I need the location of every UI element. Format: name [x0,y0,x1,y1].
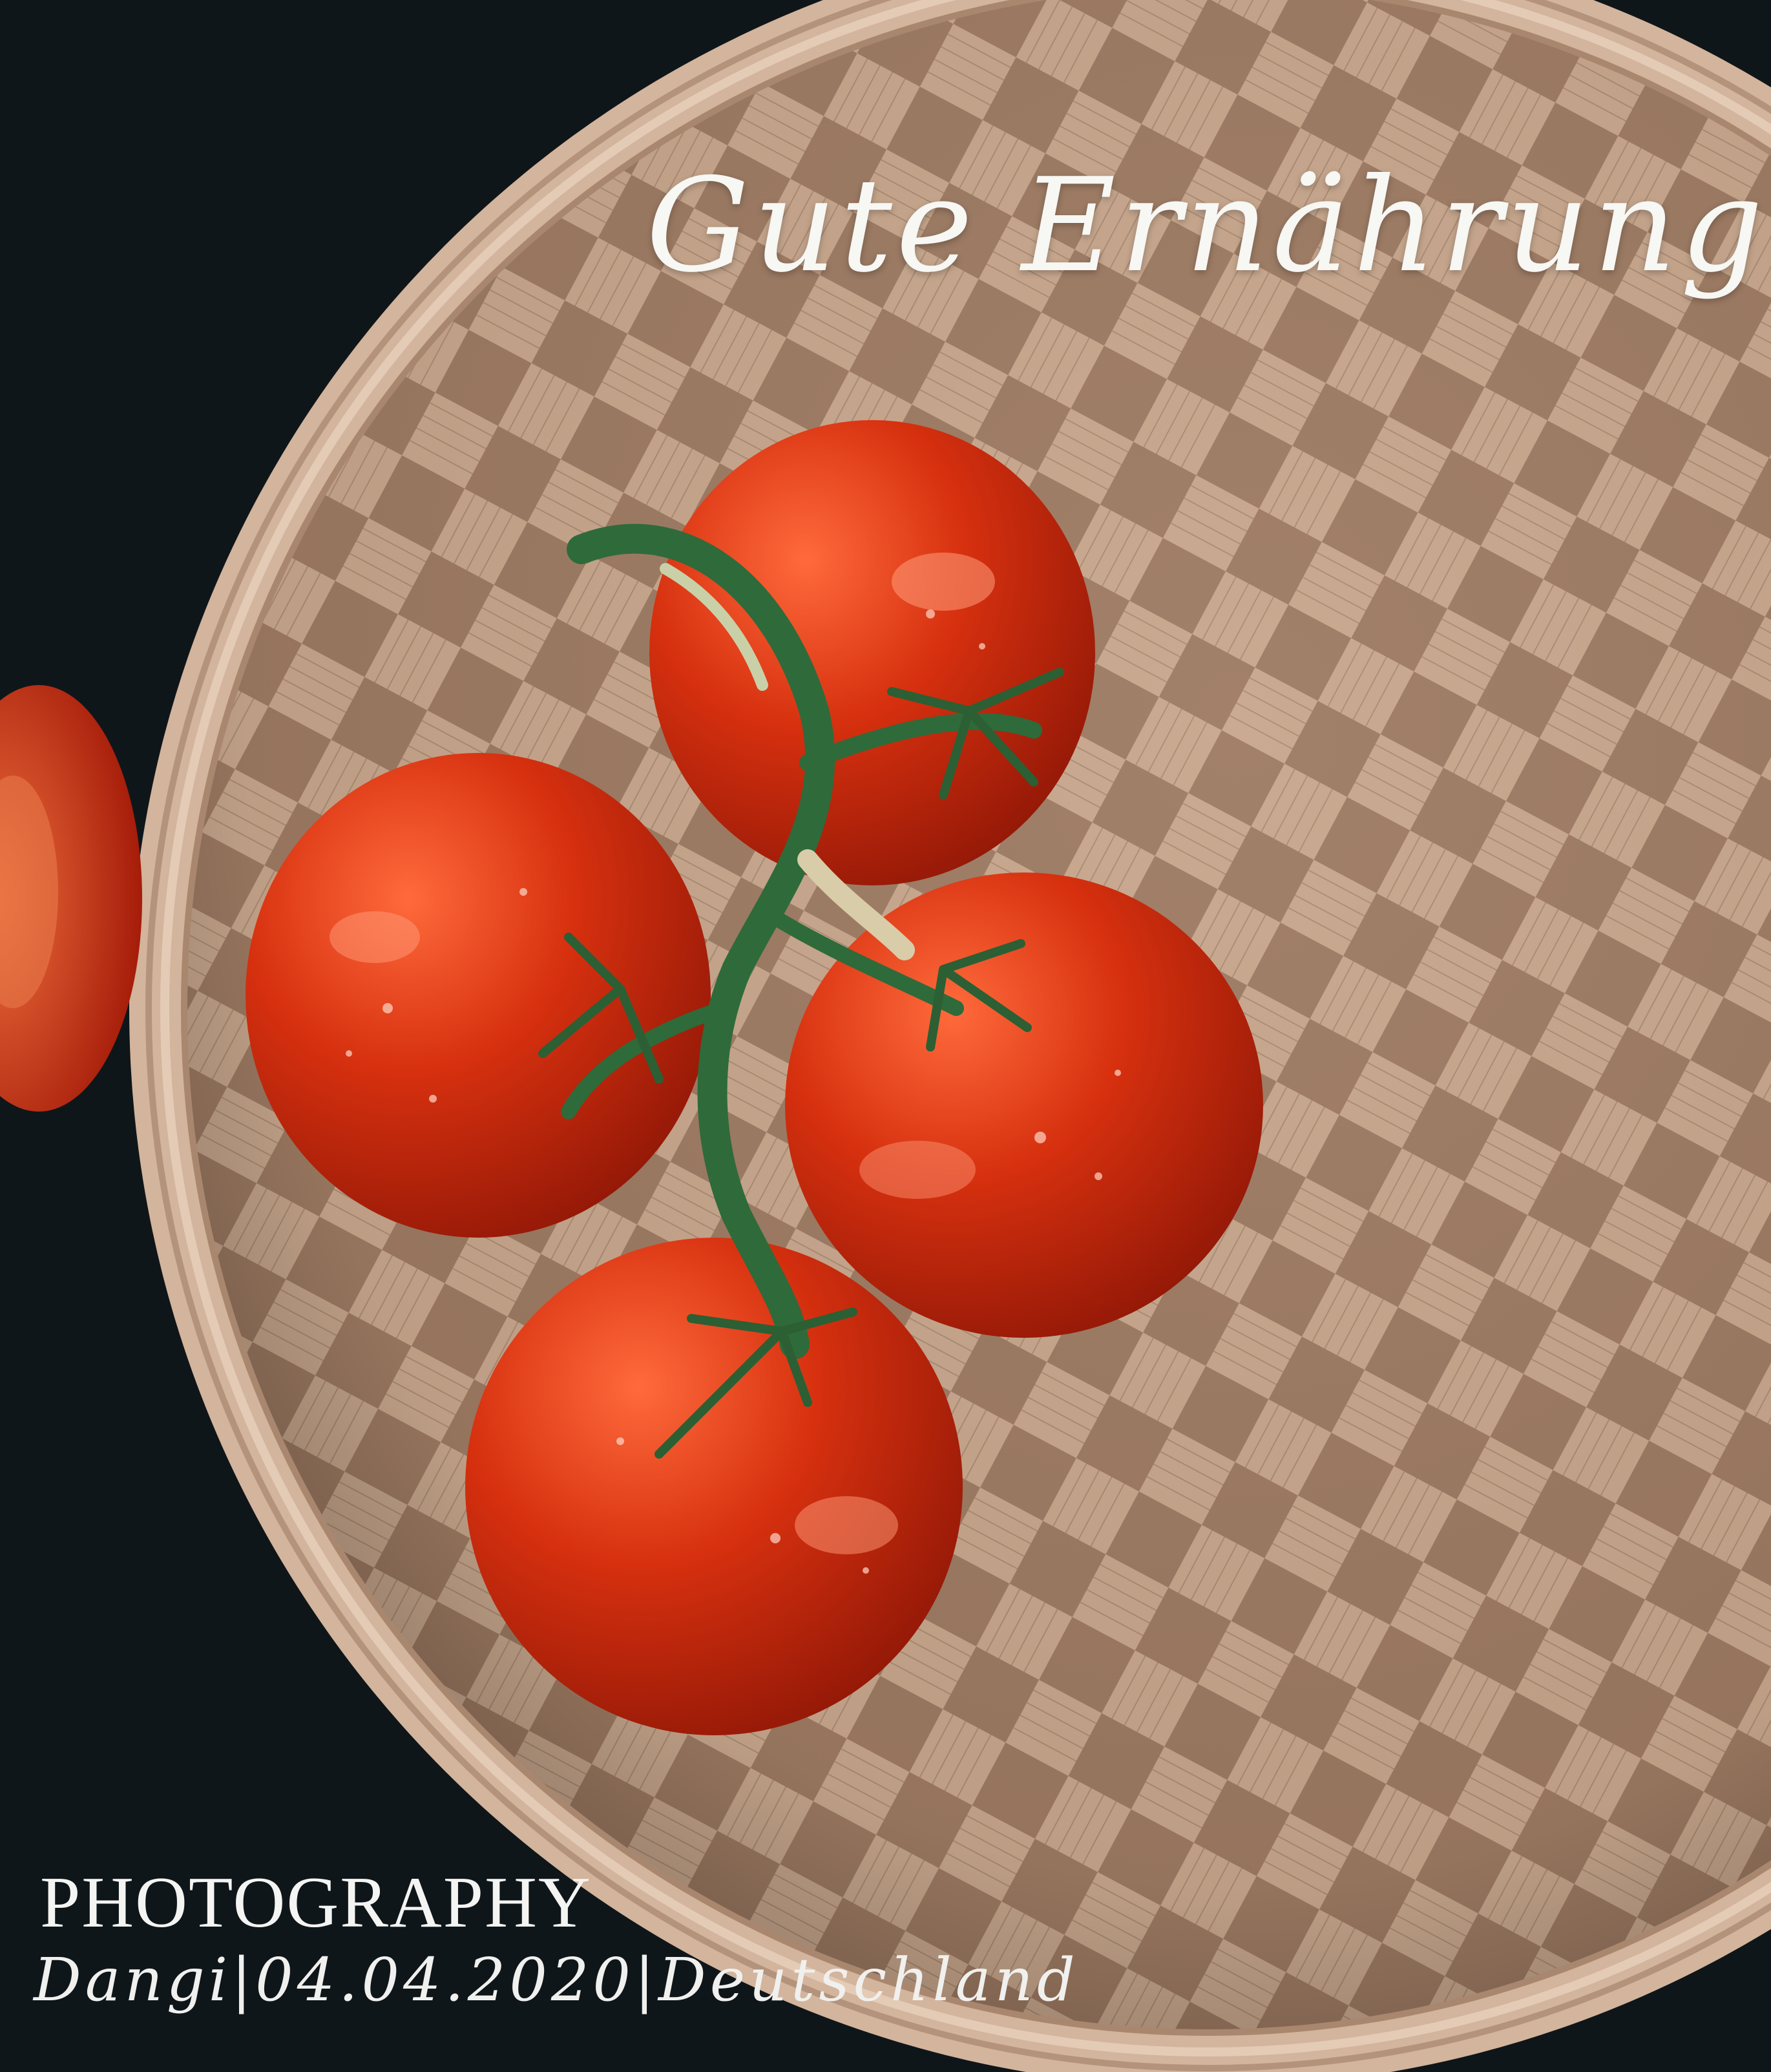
caption-title: PHOTOGRAPHY [40,1863,592,1943]
tomato-basket-photo [0,0,1771,2072]
caption-credit-line: Dangi|04.04.2020|Deutschland [34,1945,1079,2014]
headline-text: Gute Ernährung [646,151,1767,301]
photo-canvas: Gute Ernährung PHOTOGRAPHY Dangi|04.04.2… [0,0,1771,2072]
